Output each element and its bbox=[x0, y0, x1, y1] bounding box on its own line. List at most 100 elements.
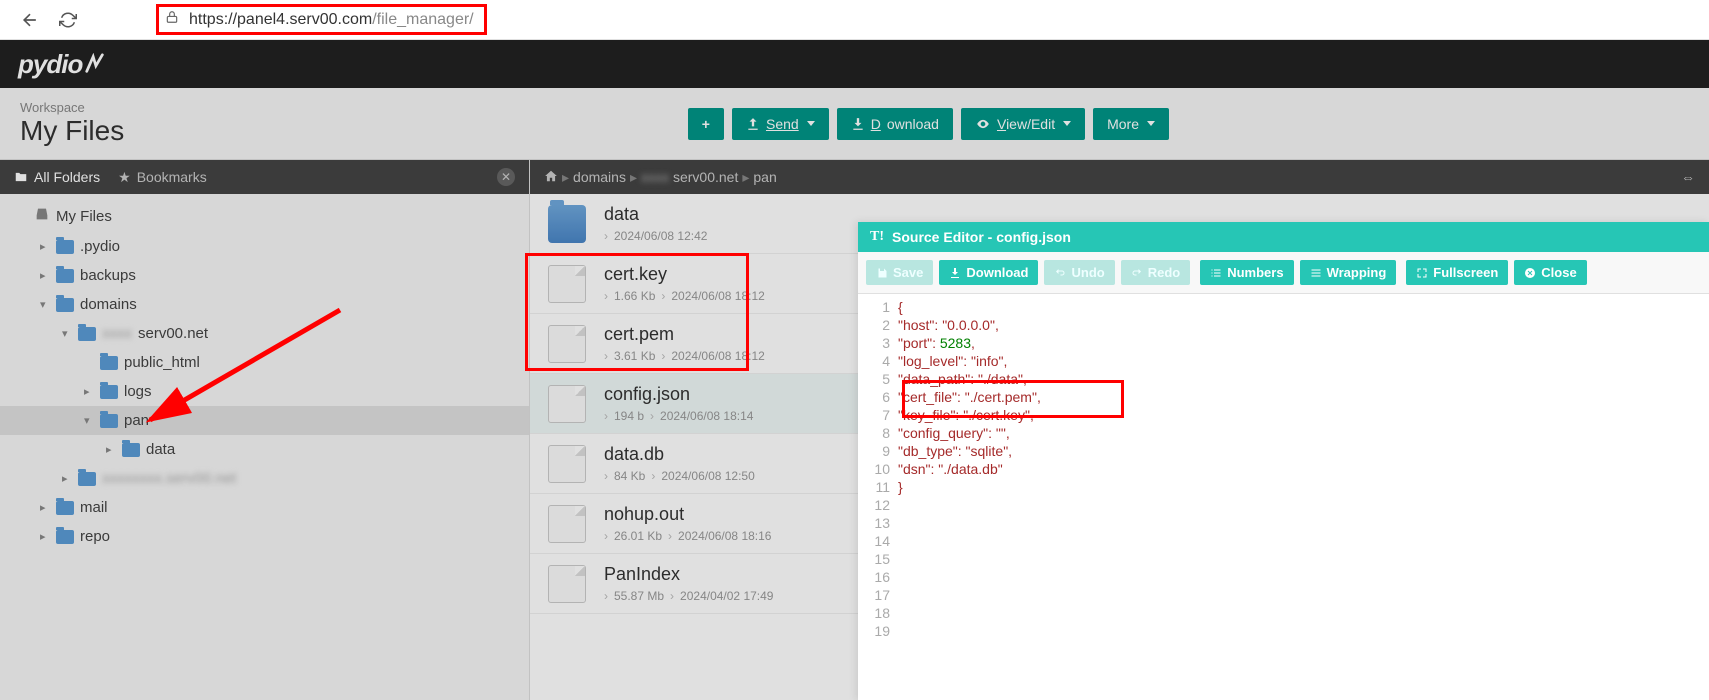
undo-button: Undo bbox=[1044, 260, 1114, 285]
tree-item-label: pan bbox=[124, 412, 149, 429]
sidebar-tabs: All Folders ★ Bookmarks ✕ bbox=[0, 160, 529, 194]
fullscreen-button[interactable]: Fullscreen bbox=[1406, 260, 1508, 285]
tab-bookmarks[interactable]: ★ Bookmarks bbox=[118, 169, 207, 186]
folder-icon bbox=[100, 385, 118, 399]
folder-icon bbox=[548, 205, 586, 243]
chevron-icon: ▸ bbox=[106, 443, 116, 456]
file-meta: › 55.87 Mb › 2024/04/02 17:49 bbox=[604, 589, 773, 603]
folder-icon bbox=[78, 472, 96, 486]
file-icon bbox=[548, 265, 586, 303]
file-icon bbox=[548, 445, 586, 483]
close-icon[interactable]: ✕ bbox=[497, 168, 515, 186]
file-meta: › 1.66 Kb › 2024/06/08 18:12 bbox=[604, 289, 765, 303]
close-button[interactable]: Close bbox=[1514, 260, 1586, 285]
folder-icon bbox=[56, 240, 74, 254]
more-button[interactable]: More bbox=[1093, 108, 1169, 140]
chevron-icon: ▾ bbox=[84, 414, 94, 427]
file-name: data bbox=[604, 204, 707, 225]
tree-item[interactable]: ▸backups bbox=[0, 261, 529, 290]
chevron-icon: ▸ bbox=[40, 530, 50, 543]
tree-item-label: My Files bbox=[56, 208, 112, 225]
logo: pydio bbox=[18, 49, 106, 80]
file-name: nohup.out bbox=[604, 504, 771, 525]
text-icon: T! bbox=[870, 229, 884, 245]
home-icon[interactable] bbox=[544, 169, 558, 186]
tab-all-folders[interactable]: All Folders bbox=[14, 169, 100, 185]
editor-body[interactable]: 12345678910111213141516171819 { "host": … bbox=[858, 294, 1709, 700]
folder-icon bbox=[78, 327, 96, 341]
file-name: PanIndex bbox=[604, 564, 773, 585]
chevron-icon: ▾ bbox=[62, 327, 72, 340]
breadcrumb: ▸ domains ▸ xxxx serv00.net ▸ pan ⇔ bbox=[530, 160, 1709, 194]
workspace-label: Workspace bbox=[20, 100, 124, 115]
tree-item[interactable]: ▸ mail bbox=[0, 493, 529, 522]
file-icon bbox=[548, 505, 586, 543]
app-header: pydio bbox=[0, 40, 1709, 88]
tree-item[interactable]: public_html bbox=[0, 348, 529, 377]
tree-item-label: domains bbox=[80, 296, 137, 313]
tree-item-label: logs bbox=[124, 383, 152, 400]
tree-item[interactable]: ▸ .pydio bbox=[0, 232, 529, 261]
tree-item-label: serv00.net bbox=[138, 325, 208, 342]
tree-item[interactable]: ▸ logs bbox=[0, 377, 529, 406]
crumb-domains[interactable]: domains bbox=[573, 169, 626, 185]
crumb-serv00[interactable]: serv00.net bbox=[673, 169, 738, 185]
file-meta: › 84 Kb › 2024/06/08 12:50 bbox=[604, 469, 755, 483]
tree-item-label: data bbox=[146, 441, 175, 458]
numbers-button[interactable]: Numbers bbox=[1200, 260, 1293, 285]
tree-item[interactable]: ▾xxxxserv00.net bbox=[0, 319, 529, 348]
file-name: config.json bbox=[604, 384, 753, 405]
chevron-icon: ▸ bbox=[40, 269, 50, 282]
folder-icon bbox=[56, 501, 74, 515]
crumb-hidden[interactable]: xxxx bbox=[641, 169, 669, 185]
tree-item-label: public_html bbox=[124, 354, 200, 371]
tree-item-label: xxxxxxxx.serv00.net bbox=[102, 470, 236, 487]
file-name: cert.pem bbox=[604, 324, 765, 345]
folder-icon bbox=[100, 356, 118, 370]
file-meta: › 3.61 Kb › 2024/06/08 18:12 bbox=[604, 349, 765, 363]
folder-tree: My Files ▸ .pydio ▸backups ▾ domains ▾xxxxserv… bbox=[0, 194, 529, 557]
download-button[interactable]: Download bbox=[837, 108, 953, 140]
url-text: https://panel4.serv00.com/file_manager/ bbox=[189, 11, 474, 29]
file-icon bbox=[548, 385, 586, 423]
tree-item[interactable]: ▾ pan bbox=[0, 406, 529, 435]
chevron-icon: ▾ bbox=[40, 298, 50, 311]
source-editor: T! Source Editor - config.json Save Down… bbox=[858, 222, 1709, 700]
tree-item-label: .pydio bbox=[80, 238, 120, 255]
tree-item[interactable]: ▾ domains bbox=[0, 290, 529, 319]
crumb-pan[interactable]: pan bbox=[753, 169, 776, 185]
drive-icon bbox=[34, 206, 50, 226]
reload-icon[interactable] bbox=[58, 10, 78, 30]
file-meta: › 26.01 Kb › 2024/06/08 18:16 bbox=[604, 529, 771, 543]
address-bar[interactable]: https://panel4.serv00.com/file_manager/ bbox=[156, 4, 487, 35]
view-edit-button[interactable]: View/Edit bbox=[961, 108, 1085, 140]
browser-toolbar: https://panel4.serv00.com/file_manager/ bbox=[0, 0, 1709, 40]
chevron-icon: ▸ bbox=[40, 501, 50, 514]
folder-icon bbox=[100, 414, 118, 428]
workspace-title: My Files bbox=[20, 115, 124, 147]
tree-item[interactable]: ▸ repo bbox=[0, 522, 529, 551]
tree-item[interactable]: ▸ data bbox=[0, 435, 529, 464]
folder-icon bbox=[56, 269, 74, 283]
folder-icon bbox=[56, 530, 74, 544]
tree-item[interactable]: My Files bbox=[0, 200, 529, 232]
send-button[interactable]: Send bbox=[732, 108, 829, 140]
lock-icon bbox=[165, 10, 179, 29]
chevron-icon: ▸ bbox=[84, 385, 94, 398]
wrapping-button[interactable]: Wrapping bbox=[1300, 260, 1397, 285]
file-icon bbox=[548, 325, 586, 363]
save-button: Save bbox=[866, 260, 933, 285]
editor-download-button[interactable]: Download bbox=[939, 260, 1038, 285]
folder-icon bbox=[56, 298, 74, 312]
tree-item-label: mail bbox=[80, 499, 108, 516]
chevron-icon: ▸ bbox=[40, 240, 50, 253]
tree-item[interactable]: ▸xxxxxxxx.serv00.net bbox=[0, 464, 529, 493]
back-icon[interactable] bbox=[20, 10, 40, 30]
sidebar: All Folders ★ Bookmarks ✕ My Files ▸ .pydi… bbox=[0, 160, 530, 700]
new-button[interactable]: + bbox=[688, 108, 724, 140]
file-name: data.db bbox=[604, 444, 755, 465]
expand-icon[interactable]: ⇔ bbox=[1681, 169, 1695, 185]
file-name: cert.key bbox=[604, 264, 765, 285]
editor-title-bar: T! Source Editor - config.json bbox=[858, 222, 1709, 252]
tree-item-label: repo bbox=[80, 528, 110, 545]
